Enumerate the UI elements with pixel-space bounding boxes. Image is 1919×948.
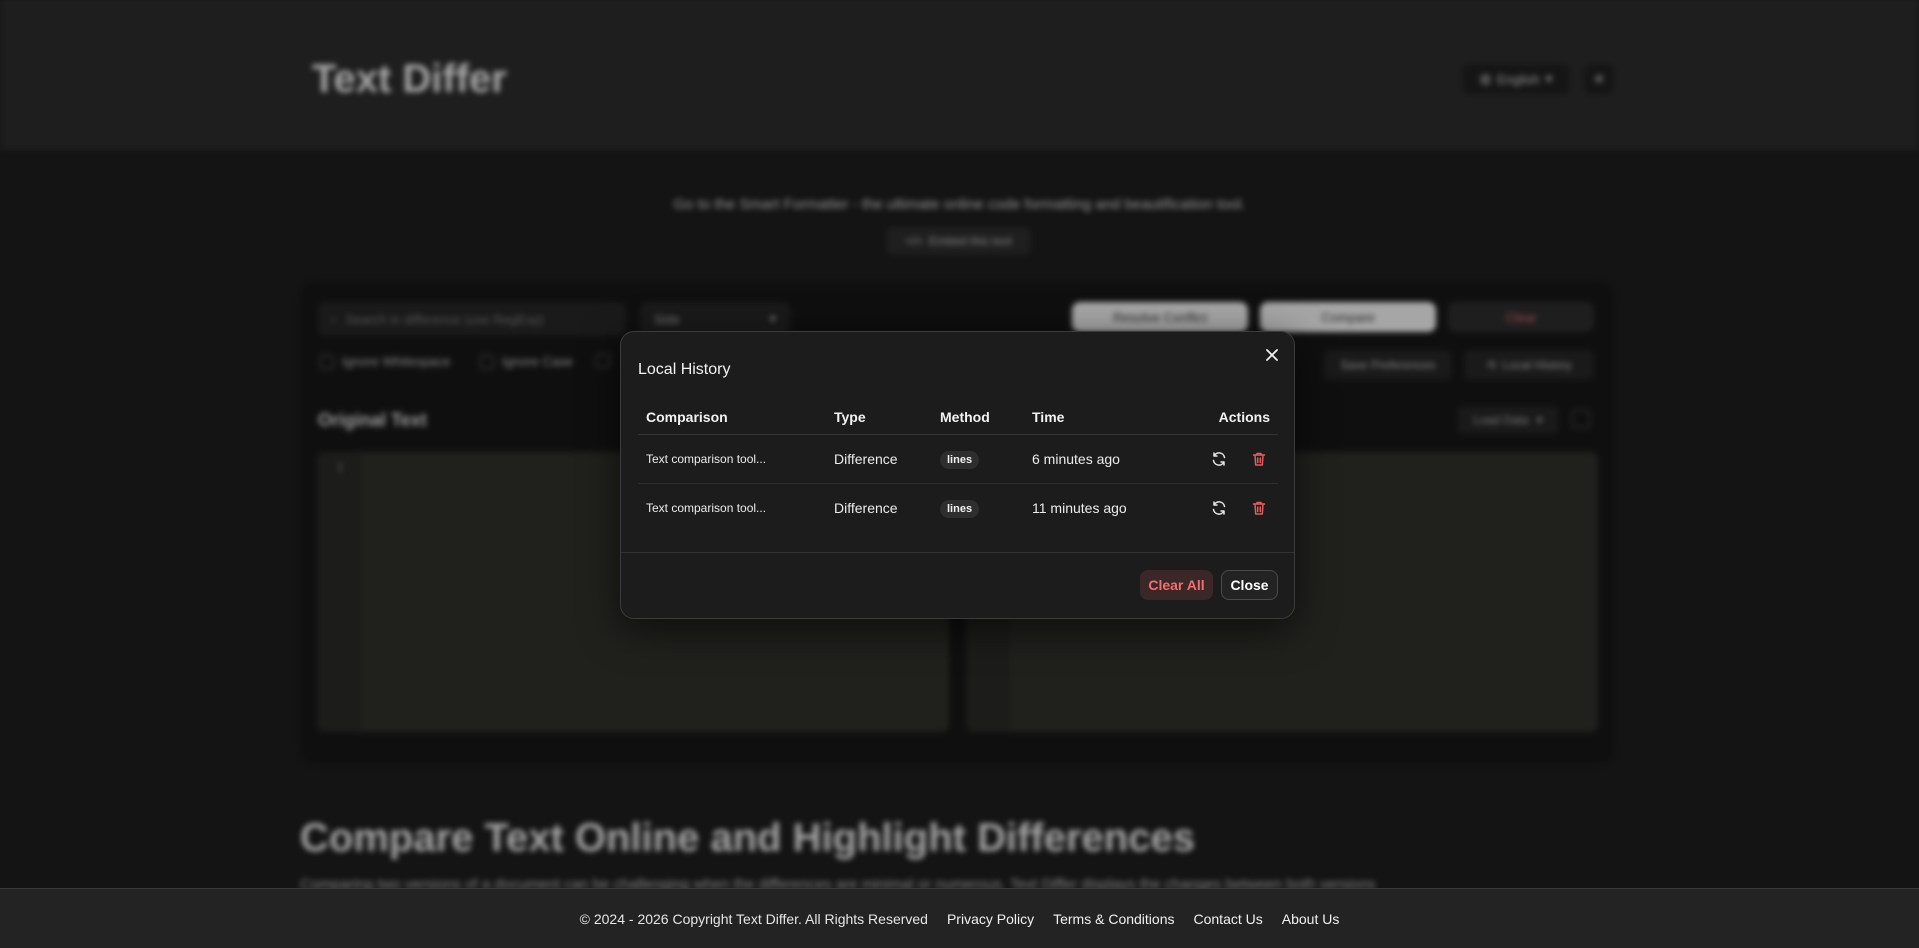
- table-row: Text comparison tool... Difference lines…: [638, 484, 1278, 533]
- copyright-text: © 2024 - 2026 Copyright Text Differ. All…: [579, 910, 928, 927]
- modal-title: Local History: [638, 361, 731, 378]
- close-icon: [1266, 349, 1278, 361]
- trash-icon: [1252, 452, 1266, 466]
- local-history-modal: Local History Comparison Type Method Tim…: [620, 331, 1295, 619]
- actions-cell: [1162, 434, 1278, 484]
- column-header-actions: Actions: [1162, 400, 1278, 435]
- restore-button[interactable]: [1208, 497, 1230, 519]
- delete-button[interactable]: [1248, 448, 1270, 470]
- restore-button[interactable]: [1208, 448, 1230, 470]
- privacy-policy-link[interactable]: Privacy Policy: [947, 911, 1034, 927]
- actions-cell: [1163, 484, 1278, 533]
- type-cell: Difference: [834, 500, 898, 516]
- comparison-cell: Text comparison tool...: [646, 501, 767, 515]
- refresh-icon: [1212, 452, 1226, 466]
- method-cell: lines: [932, 434, 1024, 484]
- method-cell: lines: [932, 484, 1024, 533]
- time-cell: 6 minutes ago: [1024, 434, 1163, 484]
- method-badge: lines: [940, 499, 980, 518]
- clear-all-button[interactable]: Clear All: [1140, 570, 1213, 600]
- terms-link[interactable]: Terms & Conditions: [1053, 911, 1174, 927]
- contact-us-link[interactable]: Contact Us: [1194, 911, 1263, 927]
- table-row: Text comparison tool... Difference lines…: [638, 434, 1278, 484]
- column-header-comparison: Comparison: [638, 400, 826, 435]
- modal-close-button[interactable]: [1262, 345, 1282, 365]
- time-cell: 11 minutes ago: [1032, 500, 1127, 516]
- delete-button[interactable]: [1248, 497, 1270, 519]
- trash-icon: [1252, 501, 1266, 515]
- column-header-type: Type: [826, 400, 932, 435]
- table-header-row: Comparison Type Method Time Actions: [638, 400, 1278, 435]
- footer: © 2024 - 2026 Copyright Text Differ. All…: [0, 888, 1919, 948]
- column-header-time: Time: [1024, 400, 1163, 435]
- history-table: Comparison Type Method Time Actions Text…: [638, 400, 1278, 532]
- close-button[interactable]: Close: [1221, 570, 1278, 600]
- comparison-cell: Text comparison tool...: [638, 434, 826, 484]
- type-cell: Difference: [826, 434, 932, 484]
- column-header-method: Method: [932, 400, 1024, 435]
- about-us-link[interactable]: About Us: [1282, 911, 1340, 927]
- refresh-icon: [1212, 501, 1226, 515]
- method-badge: lines: [940, 450, 980, 469]
- modal-footer-divider: [621, 552, 1294, 553]
